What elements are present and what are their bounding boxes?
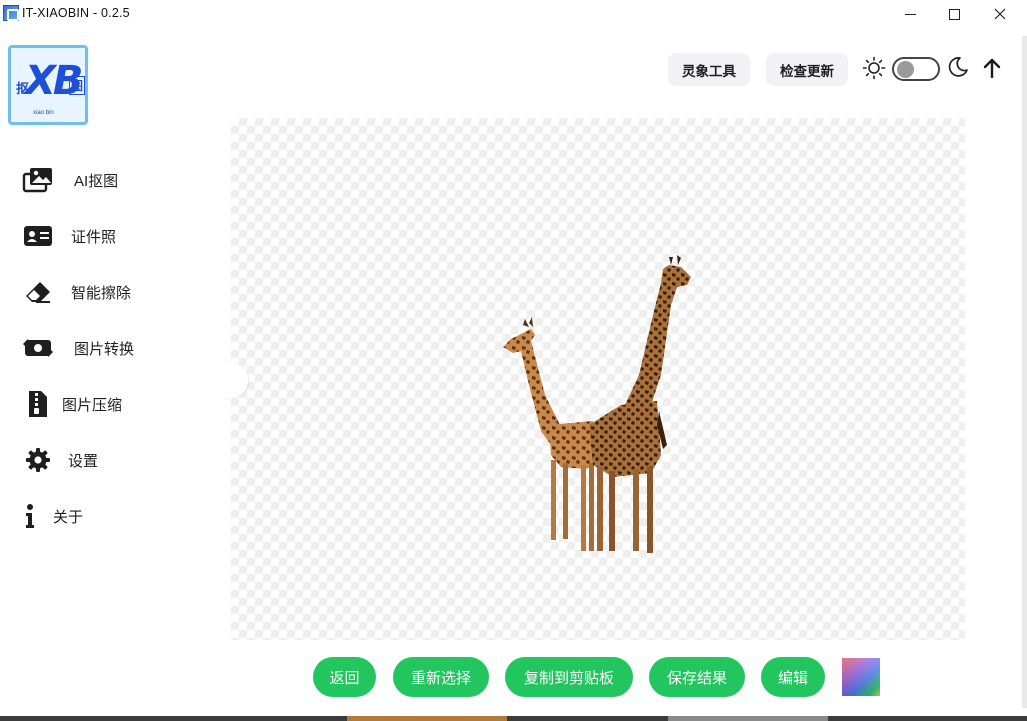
info-icon [14,502,46,530]
tool-button[interactable]: 灵象工具 [668,53,750,86]
sidebar-item-label: 证件照 [71,228,117,246]
app-logo: 抠 XB 图 xiao bin [8,45,88,125]
close-icon [994,8,1006,20]
result-canvas [231,118,965,640]
background-color-picker[interactable] [842,658,880,696]
result-image [503,255,691,553]
sidebar-item-label: 图片转换 [74,340,135,358]
sidebar-item-ai-matting[interactable]: AI抠图 [0,160,200,200]
edit-button[interactable]: 编辑 [761,657,825,697]
close-button[interactable] [977,0,1023,28]
sidebar-item-label: 关于 [53,508,84,526]
sidebar-item-label: 图片压缩 [62,396,123,414]
gear-icon [22,446,54,474]
taskbar-segment [347,716,507,721]
back-button[interactable]: 返回 [313,657,376,697]
eraser-icon [22,278,54,306]
copy-to-clipboard-button[interactable]: 复制到剪贴板 [505,657,633,697]
sidebar-item-label: 智能擦除 [71,284,132,302]
convert-icon [22,334,54,362]
file-zip-icon [22,390,54,418]
reselect-button[interactable]: 重新选择 [393,657,489,697]
sidebar-item-image-compress[interactable]: 图片压缩 [0,384,200,424]
sun-icon [862,56,886,80]
check-update-button[interactable]: 检查更新 [766,53,848,86]
sidebar-item-about[interactable]: 关于 [0,496,200,536]
taskbar-strip [0,716,1027,721]
sidebar-item-label: 设置 [68,452,99,470]
title-bar: IT-XIAOBIN - 0.2.5 [0,0,1027,28]
logo-right-char: 图 [69,76,85,95]
window-edge-scrollbar [1022,36,1027,708]
window-title: IT-XIAOBIN - 0.2.5 [22,6,130,20]
sidebar-item-image-convert[interactable]: 图片转换 [0,328,200,368]
taskbar-segment [668,716,828,721]
sidebar-item-smart-erase[interactable]: 智能擦除 [0,272,200,312]
theme-toggle[interactable] [892,57,940,81]
save-result-button[interactable]: 保存结果 [649,657,745,697]
theme-toggle-knob [897,61,914,78]
arrow-up-icon[interactable] [980,56,1004,80]
sidebar-item-id-photo[interactable]: 证件照 [0,216,200,256]
maximize-button[interactable] [931,0,977,28]
images-icon [22,166,54,194]
moon-icon [948,57,968,77]
sidebar-item-label: AI抠图 [74,172,119,190]
logo-subtext: xiao bin [33,110,54,116]
id-card-icon [22,222,54,250]
app-icon [3,5,19,21]
sidebar-item-settings[interactable]: 设置 [0,440,200,480]
minimize-button[interactable] [887,0,933,28]
